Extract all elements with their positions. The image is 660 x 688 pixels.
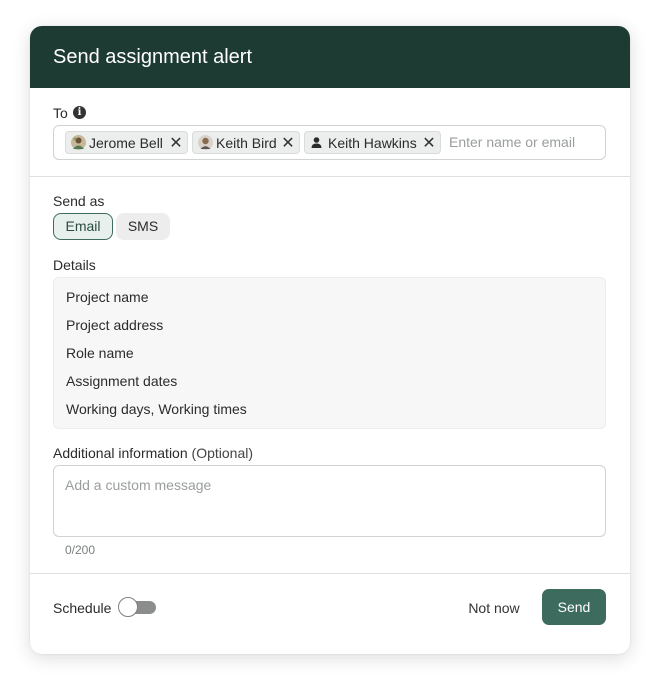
details-item: Assignment dates xyxy=(66,373,178,389)
send-assignment-alert-dialog: Send assignment alert To i Jerome Bell ✕ xyxy=(30,26,630,654)
character-counter: 0/200 xyxy=(65,543,96,557)
schedule-label: Schedule xyxy=(53,600,112,616)
send-button[interactable]: Send xyxy=(542,589,606,625)
details-item: Project address xyxy=(66,317,164,333)
person-icon xyxy=(309,135,324,150)
divider xyxy=(30,176,630,177)
dialog-header: Send assignment alert xyxy=(30,26,630,88)
optional-label: (Optional) xyxy=(191,445,253,461)
recipient-chip: Keith Hawkins ✕ xyxy=(304,131,441,154)
to-label: To xyxy=(53,105,68,121)
close-icon[interactable]: ✕ xyxy=(281,133,295,152)
recipient-name: Keith Bird xyxy=(216,135,277,151)
details-item: Working days, Working times xyxy=(66,401,247,417)
details-label: Details xyxy=(53,257,96,273)
toggle-knob xyxy=(118,597,138,617)
recipients-field[interactable]: Jerome Bell ✕ Keith Bird ✕ Keith Hawkins… xyxy=(53,125,606,160)
additional-info-label: Additional information (Optional) xyxy=(53,444,253,462)
recipient-chip: Keith Bird ✕ xyxy=(192,131,300,154)
photo-avatar xyxy=(198,135,213,150)
send-as-email-option[interactable]: Email xyxy=(53,213,113,240)
recipient-search-input[interactable] xyxy=(449,131,599,153)
info-icon[interactable]: i xyxy=(73,106,86,119)
recipient-name: Keith Hawkins xyxy=(328,135,417,151)
recipient-name: Jerome Bell xyxy=(89,135,163,151)
recipient-chip: Jerome Bell ✕ xyxy=(65,131,188,154)
details-item: Project name xyxy=(66,289,149,305)
details-panel: Project name Project address Role name A… xyxy=(53,277,606,429)
custom-message-input[interactable] xyxy=(53,465,606,537)
details-item: Role name xyxy=(66,345,134,361)
not-now-button[interactable]: Not now xyxy=(455,597,533,619)
send-as-sms-option[interactable]: SMS xyxy=(116,213,170,240)
divider xyxy=(30,573,630,574)
schedule-toggle[interactable] xyxy=(118,597,156,617)
send-as-label: Send as xyxy=(53,193,105,209)
additional-info-title: Additional information xyxy=(53,445,188,461)
close-icon[interactable]: ✕ xyxy=(422,133,436,152)
close-icon[interactable]: ✕ xyxy=(169,133,183,152)
dialog-title: Send assignment alert xyxy=(53,46,253,68)
photo-avatar xyxy=(71,135,86,150)
